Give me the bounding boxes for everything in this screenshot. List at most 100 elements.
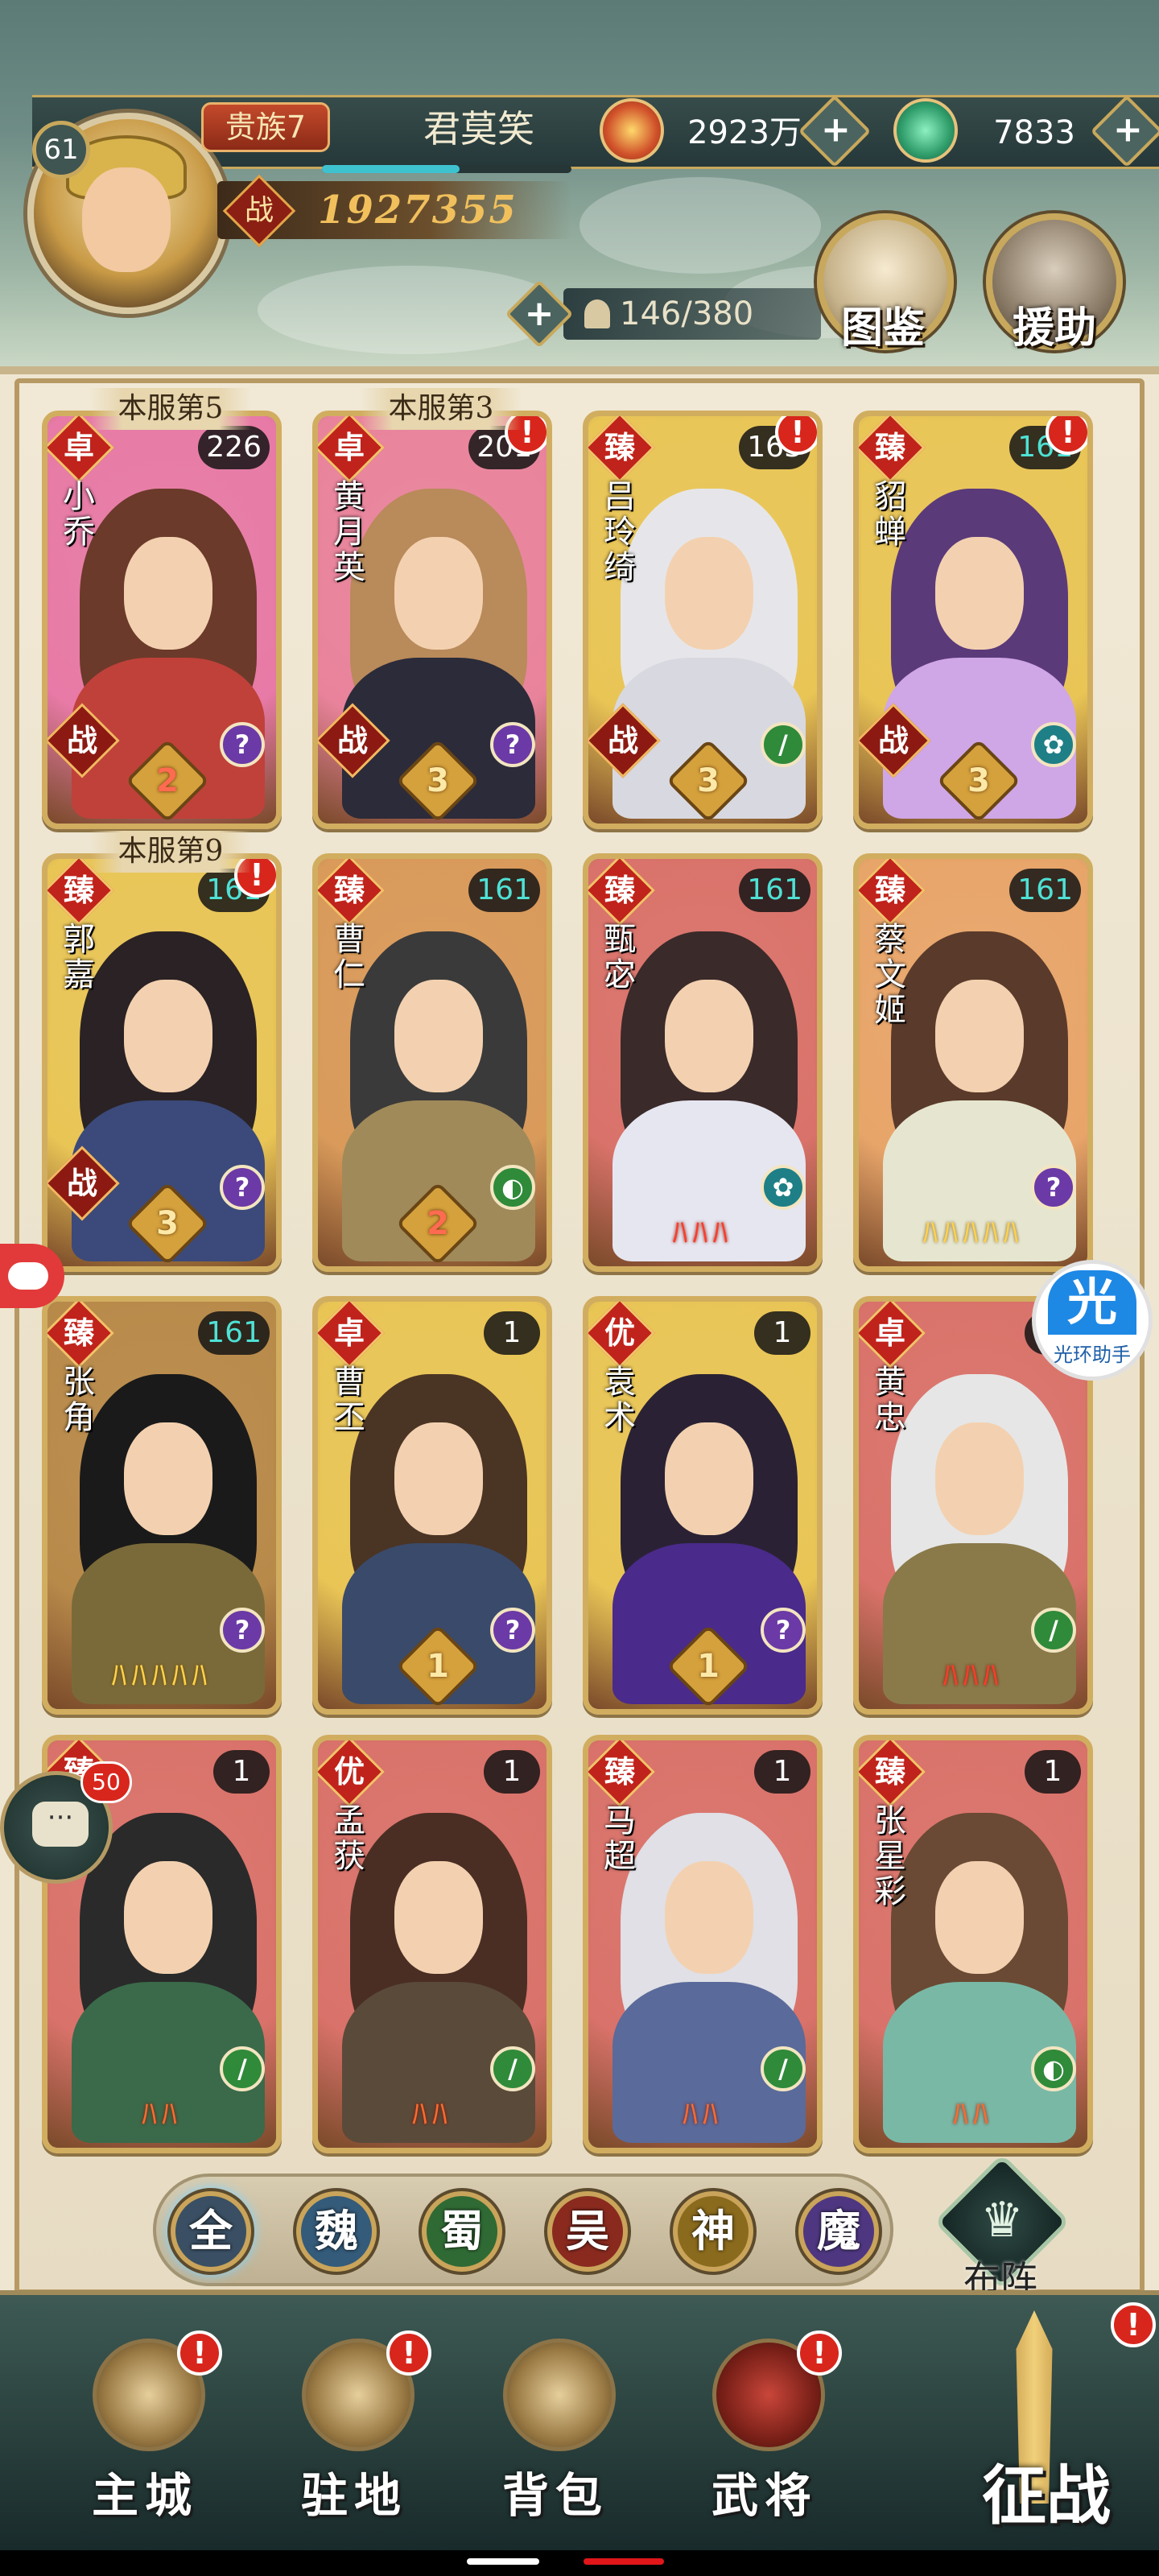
gamepad-icon <box>8 1262 48 1290</box>
vip-badge[interactable]: 贵族7 <box>201 102 330 152</box>
nav-zhudi-label: 驻地 <box>300 2468 407 2523</box>
nav-zhengzhan-label: 征战 <box>982 2458 1111 2533</box>
hero-alert-badge: ! <box>1046 416 1087 455</box>
hero-face <box>394 980 483 1092</box>
hero-class-icon: ? <box>490 1608 535 1653</box>
hero-card[interactable]: 臻 蔡文姬 161 ? ﾊﾊﾊﾊﾊ <box>853 853 1093 1272</box>
hero-alert-badge: ! <box>775 416 817 455</box>
hero-card[interactable]: 卓 黄月英 201 ? 战 3! <box>312 411 552 829</box>
hero-class-icon: ✿ <box>1031 722 1076 767</box>
hero-count: 146/380 <box>620 295 754 332</box>
formation-icon: ♛ <box>980 2192 1024 2248</box>
faction-shen-button[interactable]: 神 <box>673 2191 753 2272</box>
hero-card[interactable]: 臻 吕玲绮 163 /战 3! <box>583 411 823 829</box>
nav-zhengzhan-alert: ! <box>1111 2302 1156 2347</box>
hero-level: 161 <box>468 869 540 912</box>
hero-class-icon: ✿ <box>761 1165 806 1210</box>
hero-name: 张星彩 <box>874 1802 906 1910</box>
faction-shu-button[interactable]: 蜀 <box>422 2191 502 2272</box>
faction-wei-button[interactable]: 魏 <box>296 2191 377 2272</box>
hero-face <box>935 1861 1024 1974</box>
hero-name: 貂蝉 <box>874 478 906 551</box>
faction-all-button[interactable]: 全 <box>171 2191 251 2272</box>
hero-flame-row: ﾊﾊ <box>141 2096 182 2132</box>
hero-name: 郭嘉 <box>63 921 95 993</box>
hero-name: 小乔 <box>63 478 95 551</box>
faction-wu-button[interactable]: 吴 <box>547 2191 628 2272</box>
nav-zhudi[interactable]: ! 驻地 <box>266 2330 443 2532</box>
hero-face <box>665 1422 753 1535</box>
chat-unread-badge: 50 <box>80 1761 132 1803</box>
nav-wujiang-alert: ! <box>797 2330 842 2376</box>
jade-amount: 7833 <box>993 114 1075 151</box>
hero-level: 161 <box>1009 869 1081 912</box>
hero-class-icon: / <box>490 2046 535 2091</box>
hero-card[interactable]: 优 孟获 1 /ﾊﾊ <box>312 1735 552 2153</box>
hero-class-icon: ◐ <box>1031 2046 1076 2091</box>
nav-zhudi-alert: ! <box>386 2330 431 2376</box>
gold-amount: 2923万 <box>687 114 802 151</box>
hero-face <box>665 537 753 650</box>
experience-bar <box>322 165 571 173</box>
hero-name: 黄忠 <box>874 1364 906 1436</box>
hero-face <box>665 980 753 1092</box>
hero-level: 1 <box>1025 1750 1081 1794</box>
nav-zhengzhan[interactable]: ! 征战 <box>918 2302 1159 2544</box>
hero-level: 1 <box>484 1311 540 1355</box>
hero-class-icon: ◐ <box>490 1165 535 1210</box>
chat-bubble-icon: ··· <box>32 1802 89 1847</box>
hero-card[interactable]: 臻 郭嘉 161 ? 战 3! <box>42 853 282 1272</box>
hero-card[interactable]: 卓 小乔 226 ? 战 2 <box>42 411 282 829</box>
hero-flame-row: ﾊﾊﾊ <box>942 1657 1004 1693</box>
faction-mo-button[interactable]: 魔 <box>798 2191 879 2272</box>
hero-card[interactable]: 优 袁术 1 ? 1 <box>583 1296 823 1715</box>
hero-face <box>394 1861 483 1974</box>
nav-zhucheng[interactable]: ! 主城 <box>56 2330 233 2532</box>
yuanzhu-label: 援助 <box>1013 303 1097 353</box>
helper-label: 光环助手 <box>1054 1344 1131 1366</box>
hero-face <box>394 1422 483 1535</box>
hero-card[interactable]: 臻 马超 1 /ﾊﾊ <box>583 1735 823 2153</box>
jade-icon <box>893 98 958 163</box>
player-name: 君莫笑 <box>423 107 534 151</box>
hero-card[interactable]: 卓 曹丕 1 ? 1 <box>312 1296 552 1715</box>
hero-class-icon: / <box>761 2046 806 2091</box>
hero-card[interactable]: 臻 貂蝉 161 ✿ 战 3! <box>853 411 1093 829</box>
hero-level: 1 <box>754 1311 810 1355</box>
nav-beibao-label: 背包 <box>501 2468 608 2523</box>
hero-class-icon: ? <box>220 1608 265 1653</box>
server-rank-tag: 本服第3 <box>361 388 522 430</box>
hero-card[interactable]: 臻 张星彩 1 ◐ ﾊﾊ <box>853 1735 1093 2153</box>
hero-card[interactable]: 臻 曹仁 161 ◐ 2 <box>312 853 552 1272</box>
hero-flame-row: ﾊﾊﾊﾊﾊ <box>111 1657 212 1693</box>
helper-icon: 光 <box>1048 1270 1136 1335</box>
combat-power-value: 1927355 <box>318 188 518 233</box>
nav-beibao[interactable]: 背包 <box>467 2330 644 2532</box>
hero-card[interactable]: 臻 甄宓 161 ✿ ﾊﾊﾊ <box>583 853 823 1272</box>
hero-level: 1 <box>484 1750 540 1794</box>
hero-level: 1 <box>213 1750 270 1794</box>
hero-face <box>935 537 1024 650</box>
nav-wujiang[interactable]: ! 武将 <box>676 2330 853 2532</box>
hero-name: 吕玲绮 <box>604 478 636 586</box>
hero-face <box>394 537 483 650</box>
hero-card[interactable]: 臻 张角 161 ? ﾊﾊﾊﾊﾊ <box>42 1296 282 1715</box>
hero-face <box>935 1422 1024 1535</box>
hero-name: 甄宓 <box>604 921 636 993</box>
home-indicator[interactable] <box>467 2558 539 2565</box>
hero-flame-row: ﾊﾊ <box>411 2096 452 2132</box>
hero-level: 226 <box>198 426 270 469</box>
gold-coin-icon <box>600 98 664 163</box>
tujian-label: 图鉴 <box>841 303 926 353</box>
hero-class-icon: ? <box>761 1608 806 1653</box>
player-level-badge: 61 <box>32 121 90 179</box>
server-rank-tag: 本服第9 <box>90 831 251 873</box>
faction-filter-bar <box>153 2174 893 2286</box>
hero-face <box>665 1861 753 1974</box>
hero-flame-row: ﾊﾊﾊﾊﾊ <box>922 1215 1024 1250</box>
hero-name: 曹丕 <box>333 1364 365 1436</box>
hero-level: 1 <box>754 1750 810 1794</box>
hero-class-icon: / <box>761 722 806 767</box>
hero-flame-row: ﾊﾊﾊ <box>672 1215 733 1250</box>
hero-flame-row: ﾊﾊ <box>682 2096 723 2132</box>
